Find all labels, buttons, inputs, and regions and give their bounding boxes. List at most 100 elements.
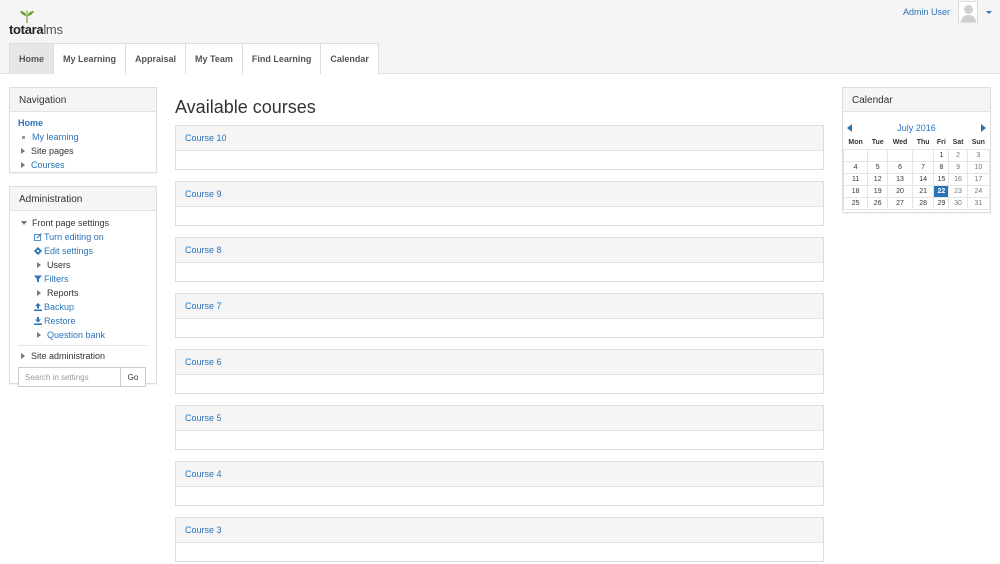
course-link[interactable]: Course 7 xyxy=(185,301,222,311)
reports-label[interactable]: Reports xyxy=(47,288,79,298)
edit-settings-link[interactable]: Edit settings xyxy=(44,246,93,256)
calendar-day[interactable]: 15 xyxy=(933,172,950,186)
calendar-day[interactable]: 11 xyxy=(842,172,869,186)
expand-arrow-icon[interactable] xyxy=(37,290,41,296)
calendar-day[interactable]: 28 xyxy=(911,196,935,210)
calendar-day[interactable]: 21 xyxy=(911,184,935,198)
chevron-down-icon[interactable] xyxy=(986,10,992,14)
tab-find-learning[interactable]: Find Learning xyxy=(241,43,322,74)
nav-item-my-learning[interactable]: My learning xyxy=(18,130,148,144)
calendar-day[interactable]: 9 xyxy=(948,160,968,174)
go-button[interactable]: Go xyxy=(120,367,146,387)
settings-search-input[interactable] xyxy=(18,367,121,387)
weekday-header: Sat xyxy=(952,139,964,147)
users-label[interactable]: Users xyxy=(47,260,71,270)
course-link[interactable]: Course 10 xyxy=(185,133,227,143)
calendar-day[interactable]: 16 xyxy=(948,172,968,186)
restore-link[interactable]: Restore xyxy=(44,316,76,326)
calendar-nav: July 2016 xyxy=(847,120,986,135)
user-name[interactable]: Admin User xyxy=(903,7,950,17)
calendar-day[interactable]: 6 xyxy=(887,160,913,174)
user-menu[interactable]: Admin User xyxy=(903,0,992,24)
calendar-block: Calendar July 2016 Mon Tue Wed Thu Fri Sat Sun… xyxy=(842,87,991,213)
nav-item-home[interactable]: Home xyxy=(18,116,148,130)
front-page-settings-label[interactable]: Front page settings xyxy=(32,218,109,228)
nav-my-learning-link[interactable]: My learning xyxy=(32,132,79,142)
divider xyxy=(18,345,148,346)
totara-logo[interactable]: totaralms xyxy=(9,10,69,37)
turn-editing-on-link[interactable]: Turn editing on xyxy=(44,232,104,242)
course-link[interactable]: Course 3 xyxy=(185,525,222,535)
calendar-day[interactable]: 3 xyxy=(966,148,991,162)
admin-turn-editing-on[interactable]: Turn editing on xyxy=(18,230,148,244)
admin-users[interactable]: Users xyxy=(18,258,148,272)
tab-home[interactable]: Home xyxy=(9,43,55,74)
expand-arrow-icon[interactable] xyxy=(21,353,25,359)
calendar-day[interactable]: 2 xyxy=(948,148,968,162)
calendar-day[interactable]: 12 xyxy=(867,172,889,186)
calendar-day[interactable]: 4 xyxy=(842,160,869,174)
calendar-day[interactable]: 13 xyxy=(887,172,913,186)
course-link[interactable]: Course 4 xyxy=(185,469,222,479)
course-box: Course 9 xyxy=(175,181,824,226)
tab-appraisal[interactable]: Appraisal xyxy=(125,43,187,74)
nav-site-pages-label[interactable]: Site pages xyxy=(31,146,74,156)
tab-my-learning[interactable]: My Learning xyxy=(53,43,127,74)
calendar-day[interactable]: 29 xyxy=(933,196,950,210)
calendar-day[interactable]: 31 xyxy=(966,196,991,210)
course-link[interactable]: Course 8 xyxy=(185,245,222,255)
calendar-day[interactable]: 26 xyxy=(867,196,889,210)
admin-question-bank[interactable]: Question bank xyxy=(18,328,148,342)
backup-link[interactable]: Backup xyxy=(44,302,74,312)
prev-month-icon[interactable] xyxy=(847,123,852,132)
calendar-day[interactable]: 25 xyxy=(842,196,869,210)
tab-my-team[interactable]: My Team xyxy=(185,43,243,74)
avatar[interactable] xyxy=(958,1,978,23)
course-box: Course 4 xyxy=(175,461,824,506)
calendar-day[interactable]: 17 xyxy=(966,172,991,186)
course-box: Course 6 xyxy=(175,349,824,394)
next-month-icon[interactable] xyxy=(981,123,986,132)
question-bank-link[interactable]: Question bank xyxy=(47,330,105,340)
course-link[interactable]: Course 6 xyxy=(185,357,222,367)
calendar-day[interactable]: 8 xyxy=(933,160,950,174)
calendar-month[interactable]: July 2016 xyxy=(897,123,936,133)
nav-courses-link[interactable]: Courses xyxy=(31,160,65,170)
expand-arrow-icon[interactable] xyxy=(37,262,41,268)
calendar-day[interactable]: 30 xyxy=(948,196,968,210)
expand-arrow-icon[interactable] xyxy=(37,332,41,338)
expand-arrow-icon[interactable] xyxy=(21,148,25,154)
calendar-day[interactable]: 14 xyxy=(911,172,935,186)
calendar-day[interactable]: 22 xyxy=(933,184,950,198)
admin-site-administration[interactable]: Site administration xyxy=(18,349,148,363)
calendar-day[interactable]: 18 xyxy=(842,184,869,198)
calendar-day[interactable]: 5 xyxy=(867,160,889,174)
collapse-arrow-icon[interactable] xyxy=(21,221,27,225)
course-box: Course 8 xyxy=(175,237,824,282)
calendar-day[interactable]: 23 xyxy=(948,184,968,198)
calendar-day[interactable]: 7 xyxy=(911,160,935,174)
calendar-day[interactable]: 24 xyxy=(966,184,991,198)
calendar-day[interactable]: 19 xyxy=(867,184,889,198)
filters-link[interactable]: Filters xyxy=(44,274,69,284)
calendar-day[interactable]: 27 xyxy=(887,196,913,210)
expand-arrow-icon[interactable] xyxy=(21,162,25,168)
nav-item-site-pages[interactable]: Site pages xyxy=(18,144,148,158)
calendar-empty-cell xyxy=(867,148,889,162)
nav-item-courses[interactable]: Courses xyxy=(18,158,148,172)
course-link[interactable]: Course 9 xyxy=(185,189,222,199)
admin-edit-settings[interactable]: Edit settings xyxy=(18,244,148,258)
tab-calendar[interactable]: Calendar xyxy=(320,43,379,74)
admin-restore[interactable]: Restore xyxy=(18,314,148,328)
calendar-day[interactable]: 20 xyxy=(887,184,913,198)
admin-front-page-settings[interactable]: Front page settings xyxy=(18,216,148,230)
filter-icon xyxy=(34,275,42,283)
calendar-day[interactable]: 1 xyxy=(933,148,950,162)
admin-backup[interactable]: Backup xyxy=(18,300,148,314)
course-link[interactable]: Course 5 xyxy=(185,413,222,423)
calendar-day[interactable]: 10 xyxy=(966,160,991,174)
site-administration-label[interactable]: Site administration xyxy=(31,351,105,361)
admin-reports[interactable]: Reports xyxy=(18,286,148,300)
admin-filters[interactable]: Filters xyxy=(18,272,148,286)
nav-home-link[interactable]: Home xyxy=(18,118,43,128)
